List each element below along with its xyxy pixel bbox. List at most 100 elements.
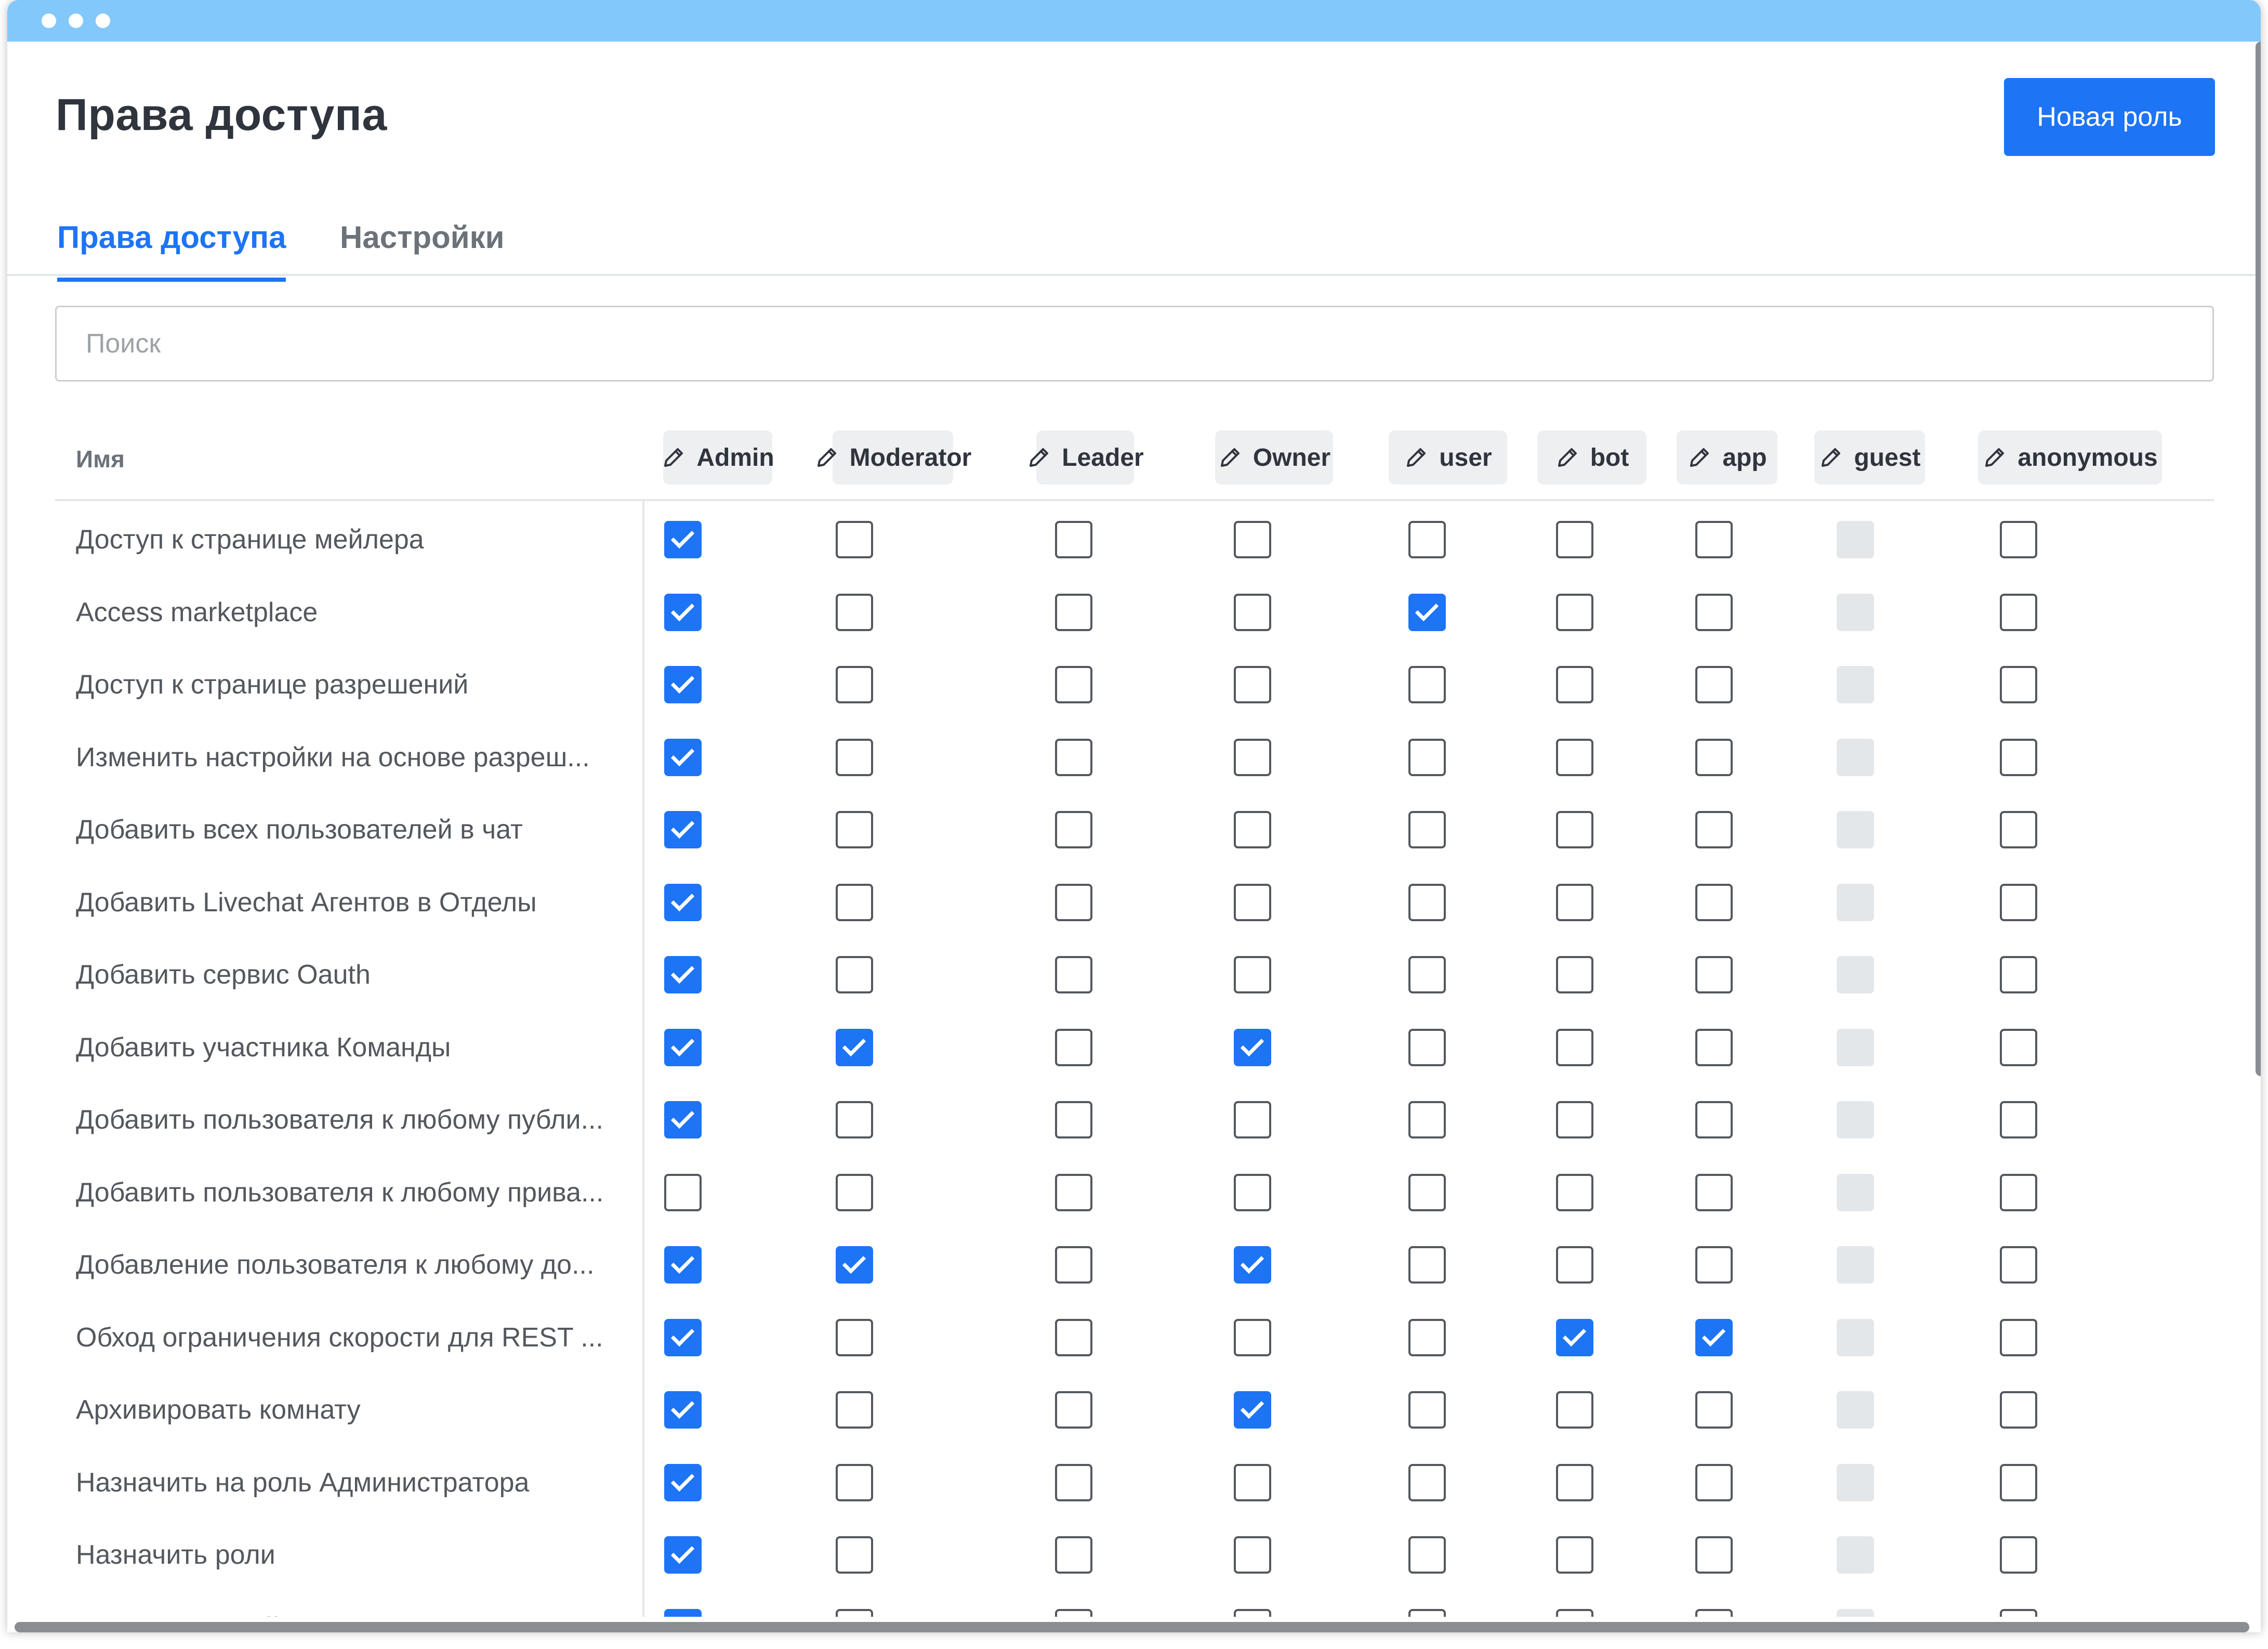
permission-checkbox-owner[interactable] [1234,738,1271,776]
permission-checkbox-moderator[interactable] [836,1101,873,1138]
permission-checkbox-owner[interactable] [1234,811,1271,848]
permission-checkbox-user[interactable] [1408,1318,1446,1356]
permission-checkbox-admin[interactable] [664,1246,702,1284]
permission-checkbox-admin[interactable] [664,956,702,993]
permission-checkbox-bot[interactable] [1556,1318,1593,1356]
permission-checkbox-app[interactable] [1695,1173,1733,1211]
permission-checkbox-app[interactable] [1695,883,1733,921]
tab-settings[interactable]: Настройки [340,219,505,255]
permission-checkbox-moderator[interactable] [836,738,873,776]
permission-checkbox-leader[interactable] [1055,811,1092,848]
role-chip-bot[interactable]: bot [1537,430,1646,485]
permission-checkbox-app[interactable] [1695,738,1733,776]
tab-permissions[interactable]: Права доступа [57,219,286,282]
permission-checkbox-anonymous[interactable] [2000,811,2037,848]
horizontal-scrollbar[interactable] [15,1622,2249,1632]
permission-checkbox-owner[interactable] [1234,1536,1271,1574]
permission-checkbox-admin[interactable] [664,883,702,921]
permission-checkbox-owner[interactable] [1234,956,1271,993]
permission-checkbox-app[interactable] [1695,1463,1733,1501]
permission-checkbox-bot[interactable] [1556,811,1593,848]
permission-checkbox-app[interactable] [1695,593,1733,631]
permission-checkbox-app[interactable] [1695,1536,1733,1574]
permission-checkbox-leader[interactable] [1055,1101,1092,1138]
permission-checkbox-anonymous[interactable] [2000,738,2037,776]
permission-checkbox-leader[interactable] [1055,521,1092,558]
permission-checkbox-anonymous[interactable] [2000,956,2037,993]
permission-checkbox-app[interactable] [1695,956,1733,993]
permission-checkbox-owner[interactable] [1234,666,1271,703]
permission-checkbox-moderator[interactable] [836,1028,873,1066]
role-chip-moderator[interactable]: Moderator [817,430,971,485]
permission-checkbox-leader[interactable] [1055,1028,1092,1066]
permission-checkbox-moderator[interactable] [836,1536,873,1574]
permission-checkbox-admin[interactable] [664,593,702,631]
permission-checkbox-owner[interactable] [1234,1391,1271,1429]
permission-checkbox-user[interactable] [1408,1391,1446,1429]
permission-checkbox-leader[interactable] [1055,1391,1092,1429]
permission-checkbox-moderator[interactable] [836,1173,873,1211]
permission-checkbox-app[interactable] [1695,811,1733,848]
permission-checkbox-admin[interactable] [664,811,702,848]
permission-checkbox-app[interactable] [1695,521,1733,558]
permission-checkbox-moderator[interactable] [836,811,873,848]
permission-checkbox-moderator[interactable] [836,521,873,558]
permission-checkbox-anonymous[interactable] [2000,666,2037,703]
permission-checkbox-anonymous[interactable] [2000,1246,2037,1284]
permission-checkbox-user[interactable] [1408,1101,1446,1138]
permission-checkbox-owner[interactable] [1234,521,1271,558]
permission-checkbox-leader[interactable] [1055,956,1092,993]
permission-checkbox-admin[interactable] [664,666,702,703]
permission-checkbox-bot[interactable] [1556,1463,1593,1501]
permission-checkbox-moderator[interactable] [836,1463,873,1501]
permission-checkbox-leader[interactable] [1055,1536,1092,1574]
permission-checkbox-owner[interactable] [1234,1463,1271,1501]
role-chip-leader[interactable]: Leader [1030,430,1144,485]
permission-checkbox-bot[interactable] [1556,666,1593,703]
permission-checkbox-admin[interactable] [664,521,702,558]
permission-checkbox-user[interactable] [1408,883,1446,921]
permission-checkbox-app[interactable] [1695,1391,1733,1429]
permission-checkbox-bot[interactable] [1556,1246,1593,1284]
permission-checkbox-user[interactable] [1408,593,1446,631]
permission-checkbox-leader[interactable] [1055,1173,1092,1211]
permission-checkbox-anonymous[interactable] [2000,1101,2037,1138]
permission-checkbox-anonymous[interactable] [2000,1391,2037,1429]
permission-checkbox-bot[interactable] [1556,883,1593,921]
permission-checkbox-leader[interactable] [1055,593,1092,631]
permission-checkbox-moderator[interactable] [836,883,873,921]
permission-checkbox-owner[interactable] [1234,1028,1271,1066]
permission-checkbox-bot[interactable] [1556,956,1593,993]
permission-checkbox-owner[interactable] [1234,1246,1271,1284]
permission-checkbox-leader[interactable] [1055,666,1092,703]
permission-checkbox-leader[interactable] [1055,1463,1092,1501]
permission-checkbox-moderator[interactable] [836,1391,873,1429]
permission-checkbox-bot[interactable] [1556,1101,1593,1138]
permission-checkbox-bot[interactable] [1556,521,1593,558]
permission-checkbox-anonymous[interactable] [2000,1463,2037,1501]
new-role-button[interactable]: Новая роль [2004,78,2215,156]
permission-checkbox-anonymous[interactable] [2000,1173,2037,1211]
permission-checkbox-app[interactable] [1695,1246,1733,1284]
permission-checkbox-app[interactable] [1695,1318,1733,1356]
role-chip-anonymous[interactable]: anonymous [1978,430,2162,485]
permission-checkbox-admin[interactable] [664,1536,702,1574]
permission-checkbox-user[interactable] [1408,956,1446,993]
permission-checkbox-bot[interactable] [1556,738,1593,776]
role-chip-admin[interactable]: Admin [663,430,774,485]
permission-checkbox-user[interactable] [1408,1463,1446,1501]
permission-checkbox-user[interactable] [1408,1536,1446,1574]
role-chip-user[interactable]: user [1389,430,1507,485]
role-chip-guest[interactable]: guest [1814,430,1925,485]
window-dot-icon[interactable] [69,14,83,28]
permission-checkbox-admin[interactable] [664,1391,702,1429]
permission-checkbox-anonymous[interactable] [2000,883,2037,921]
permission-checkbox-anonymous[interactable] [2000,1318,2037,1356]
permission-checkbox-app[interactable] [1695,1028,1733,1066]
permission-checkbox-anonymous[interactable] [2000,593,2037,631]
permission-checkbox-user[interactable] [1408,1173,1446,1211]
permission-checkbox-anonymous[interactable] [2000,521,2037,558]
permission-checkbox-user[interactable] [1408,1028,1446,1066]
permission-checkbox-moderator[interactable] [836,593,873,631]
permission-checkbox-moderator[interactable] [836,666,873,703]
